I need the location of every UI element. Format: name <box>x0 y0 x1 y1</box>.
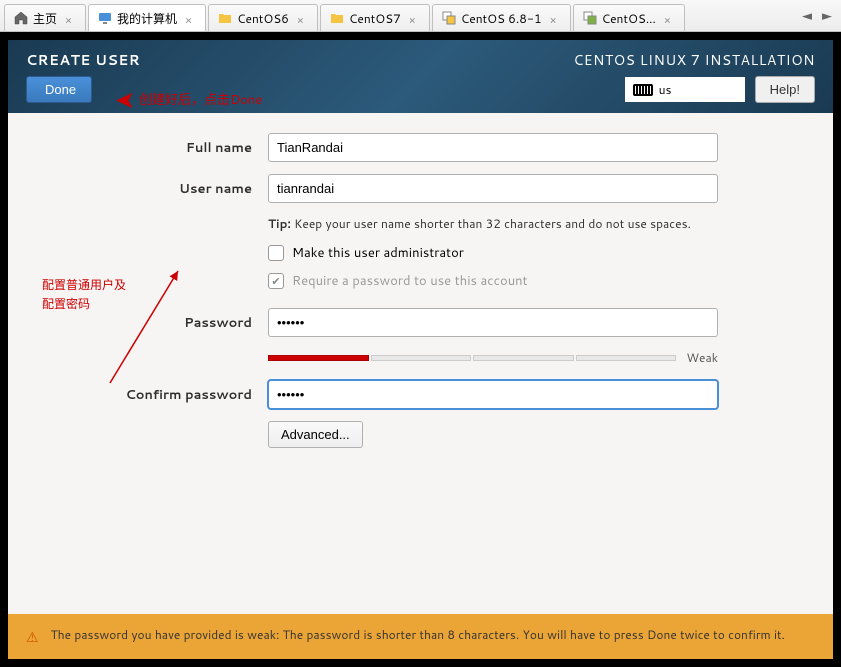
tab-prev-button[interactable]: ◄ <box>797 6 817 26</box>
tab-home[interactable]: 主页 × <box>4 4 86 31</box>
page-title: CREATE USER <box>26 50 140 70</box>
vm-icon <box>582 10 598 26</box>
tab-my-computer[interactable]: 我的计算机 × <box>88 4 206 31</box>
tab-bar: 主页 × 我的计算机 × CentOS6 × CentOS7 × CentOS … <box>0 0 841 32</box>
vm-icon <box>441 10 457 26</box>
help-button[interactable]: Help! <box>755 76 815 103</box>
confirm-password-input[interactable] <box>268 380 718 409</box>
close-icon[interactable]: × <box>65 12 77 24</box>
password-input[interactable] <box>268 308 718 337</box>
tab-centos6[interactable]: CentOS6 × <box>208 4 318 31</box>
warning-icon: ⚠ <box>26 627 39 647</box>
tab-nav: ◄ ► <box>797 0 837 31</box>
require-password-row: Require a password to use this account <box>268 272 793 290</box>
tab-label: CentOS7 <box>349 10 401 27</box>
password-label: Password <box>48 314 268 332</box>
tab-centos68[interactable]: CentOS 6.8-1 × <box>432 4 571 31</box>
close-icon[interactable]: × <box>185 12 197 24</box>
strength-label: Weak <box>686 349 718 366</box>
user-name-input[interactable] <box>268 174 718 203</box>
admin-checkbox-label: Make this user administrator <box>292 244 464 262</box>
close-icon[interactable]: × <box>297 12 309 24</box>
installer-header: CREATE USER Done CENTOS LINUX 7 INSTALLA… <box>8 40 833 113</box>
user-name-label: User name <box>48 180 268 198</box>
install-title: CENTOS LINUX 7 INSTALLATION <box>573 50 815 70</box>
app-inner: CREATE USER Done CENTOS LINUX 7 INSTALLA… <box>8 40 833 659</box>
tab-label: CentOS6 <box>237 10 289 27</box>
close-icon[interactable]: × <box>550 12 562 24</box>
tab-centos-more[interactable]: CentOS... × <box>573 4 685 31</box>
tab-next-button[interactable]: ► <box>817 6 837 26</box>
home-icon <box>13 10 29 26</box>
confirm-password-label: Confirm password <box>48 386 268 404</box>
tab-centos7[interactable]: CentOS7 × <box>320 4 430 31</box>
checkbox-checked-icon <box>268 273 284 289</box>
password-strength: Weak <box>268 349 718 366</box>
folder-icon <box>329 10 345 26</box>
checkbox-icon[interactable] <box>268 245 284 261</box>
admin-checkbox-row[interactable]: Make this user administrator <box>268 244 793 262</box>
folder-icon <box>217 10 233 26</box>
full-name-label: Full name <box>48 139 268 157</box>
full-name-input[interactable] <box>268 133 718 162</box>
monitor-icon <box>97 10 113 26</box>
tab-label: CentOS... <box>602 10 656 27</box>
advanced-button[interactable]: Advanced... <box>268 421 363 448</box>
warning-text: The password you have provided is weak: … <box>51 626 785 643</box>
close-icon[interactable]: × <box>664 12 676 24</box>
app-frame: CREATE USER Done CENTOS LINUX 7 INSTALLA… <box>0 32 841 667</box>
keyboard-indicator[interactable]: us <box>625 77 745 102</box>
tip-text: Tip: Keep your user name shorter than 32… <box>268 215 793 232</box>
keyboard-layout: us <box>659 81 672 98</box>
tab-label: 我的计算机 <box>117 10 177 27</box>
warning-bar: ⚠ The password you have provided is weak… <box>8 614 833 659</box>
close-icon[interactable]: × <box>409 12 421 24</box>
done-button[interactable]: Done <box>26 76 92 103</box>
require-password-label: Require a password to use this account <box>292 272 528 290</box>
keyboard-icon <box>633 84 653 96</box>
tab-label: 主页 <box>33 10 57 27</box>
form-area: Full name User name Tip: Keep your user … <box>8 113 833 614</box>
tab-label: CentOS 6.8-1 <box>461 10 542 27</box>
